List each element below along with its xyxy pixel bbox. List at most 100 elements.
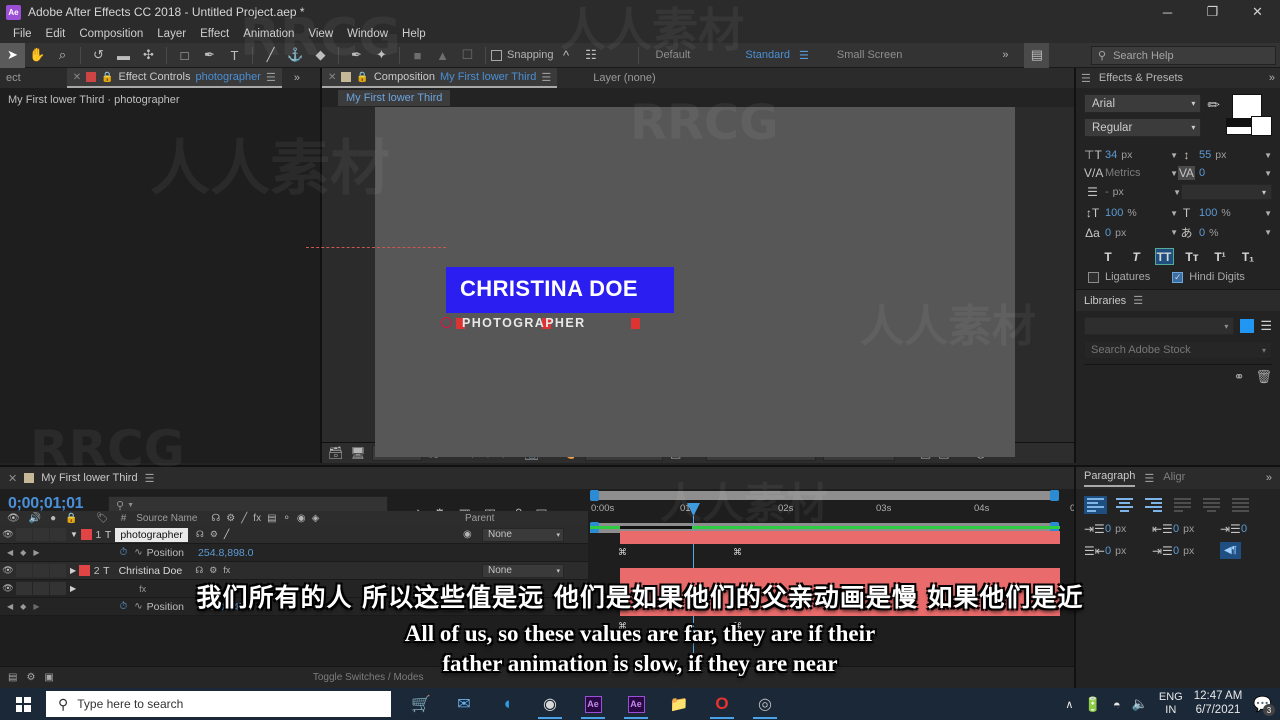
lock-cell[interactable] (50, 528, 66, 541)
solo-cell[interactable] (33, 528, 49, 541)
eraser-tool[interactable]: ◆ (308, 43, 333, 68)
comp-sub-tab[interactable]: My First lower Third (338, 89, 451, 106)
keyframe-navigator[interactable]: ◀ ◆ ▶ (0, 548, 39, 557)
audio-cell[interactable] (16, 564, 32, 577)
keyframe-diamond-icon[interactable]: ◆ (20, 602, 26, 611)
workspace-default[interactable]: Default (656, 49, 691, 61)
toggle-switches-icon[interactable]: ⚙ (26, 672, 35, 683)
effects-switch[interactable]: fx (223, 565, 230, 576)
expand-triangle-icon[interactable]: ▶ (70, 566, 76, 575)
timeline-comp-name[interactable]: My First lower Third (41, 472, 137, 484)
right-to-left-icon[interactable]: ◀¶ (1220, 542, 1241, 559)
snap-arrow-icon[interactable]: ^ (554, 43, 579, 68)
font-size-field[interactable]: ⊤T 34 px ▼ (1084, 148, 1178, 162)
menu-composition[interactable]: Composition (72, 26, 150, 42)
lower-third-graphic[interactable]: CHRISTINA DOE PHOTOGRAPHER (306, 247, 674, 332)
comp-flowchart-icon[interactable]: ▤ (8, 672, 17, 683)
zoom-tool[interactable]: ⌕ (50, 43, 75, 68)
selection-tool[interactable]: ➤ (0, 42, 25, 68)
frame-blend-icon[interactable]: ▣ (44, 672, 53, 683)
explorer-icon[interactable]: 📁 (659, 688, 699, 720)
transform-box-icon[interactable]: ☐ (455, 43, 480, 68)
lock-icon[interactable]: 🔒 (101, 72, 113, 83)
chevron-down-icon[interactable]: ▼ (1264, 209, 1272, 218)
horizontal-scale-field[interactable]: T 100 % ▼ (1178, 206, 1272, 220)
leading-field[interactable]: ↕ 55 px ▼ (1178, 148, 1273, 162)
panel-menu-icon[interactable]: ☰ (541, 71, 551, 84)
chevron-down-icon[interactable]: ▼ (1173, 188, 1181, 197)
chevron-down-icon[interactable]: ▼ (1170, 209, 1178, 218)
align-right-button[interactable] (1142, 496, 1165, 514)
font-family-select[interactable]: Arial ▾ (1084, 94, 1202, 113)
next-keyframe-icon[interactable]: ▶ (33, 548, 39, 557)
hindi-digits-row[interactable]: ✓ Hindi Digits (1172, 271, 1245, 283)
table-row[interactable]: ◀ ◆ ▶ ⏱ ∿ Position 254.8,898.0 (0, 544, 588, 562)
faux-italic-button[interactable]: T (1127, 248, 1146, 265)
property-value[interactable]: 254.8,898.0 (198, 547, 253, 559)
chevron-down-icon[interactable]: ▼ (1264, 151, 1272, 160)
space-before-field[interactable]: ☰⇤ 0 px (1084, 544, 1152, 558)
snapping-checkbox[interactable] (491, 49, 502, 61)
solo-cell[interactable] (33, 564, 49, 577)
shy-switch[interactable]: ☊ (195, 565, 203, 576)
chevron-down-icon[interactable]: ▼ (1264, 228, 1272, 237)
keyframe-diamond-icon[interactable]: ◆ (20, 548, 26, 557)
align-center-button[interactable] (1113, 496, 1136, 514)
justify-last-center-button[interactable] (1200, 496, 1223, 514)
keyframe-marker[interactable]: ⌘ (618, 621, 627, 632)
graph-icon[interactable]: ∿ (134, 601, 142, 612)
sync-off-icon[interactable]: ⚭ (1234, 369, 1245, 385)
rotation-tool[interactable]: ↺ (86, 43, 111, 68)
menu-layer[interactable]: Layer (150, 26, 193, 42)
layer-duration-bar[interactable] (620, 531, 1060, 544)
tab-layer[interactable]: Layer (none) (587, 68, 661, 88)
kerning-field[interactable]: V/A Metrics ▼ (1084, 166, 1178, 180)
brush-tool[interactable]: ╱ (258, 43, 283, 68)
expand-triangle-icon[interactable]: ▼ (70, 530, 78, 539)
chrome-icon[interactable]: ◉ (530, 688, 570, 720)
list-view-icon[interactable]: ☰ (1260, 318, 1272, 334)
baseline-shift-field[interactable]: Δa 0 px ▼ (1084, 226, 1178, 240)
chevron-down-icon[interactable]: ▼ (1170, 151, 1178, 160)
work-area-start-handle[interactable] (590, 490, 599, 501)
close-icon[interactable]: ✕ (73, 72, 81, 83)
chevron-down-icon[interactable]: ▼ (1264, 169, 1272, 178)
keyframe-marker[interactable]: ⌘ (733, 621, 742, 632)
expand-triangle-icon[interactable]: ▶ (70, 584, 76, 593)
parent-pickwhip-icon[interactable]: ◉ (463, 529, 472, 540)
tab-project[interactable]: ect (0, 68, 27, 88)
clock[interactable]: 12:47 AM 6/7/2021 (1194, 690, 1243, 718)
shape-tool[interactable]: □ (172, 43, 197, 68)
stopwatch-icon[interactable]: ⏱ (119, 601, 127, 612)
parent-select[interactable]: None ▾ (482, 563, 564, 578)
battery-icon[interactable]: 🔋 (1084, 696, 1101, 713)
notification-center-icon[interactable]: 💬 3 (1253, 695, 1275, 716)
indent-left-field[interactable]: ⇥☰ 0 px (1084, 522, 1152, 536)
shy-switch[interactable]: ☊ (196, 529, 204, 540)
left-panel-overflow-icon[interactable]: » (294, 72, 300, 84)
panel-overflow-icon[interactable]: » (1269, 72, 1275, 84)
camera-tool[interactable]: ▬ (111, 43, 136, 68)
superscript-button[interactable]: T¹ (1211, 248, 1230, 265)
small-caps-button[interactable]: Tᴛ (1183, 248, 1202, 265)
lock-cell[interactable] (50, 582, 66, 595)
space-after-field[interactable]: ⇥☰ 0 px (1152, 544, 1220, 558)
text-tool[interactable]: T (222, 43, 247, 68)
workspace-list-icon[interactable]: ▤ (1024, 42, 1050, 68)
grid-view-icon[interactable] (1240, 319, 1255, 333)
all-caps-button[interactable]: TT (1154, 248, 1174, 265)
eye-icon[interactable]: 👁 (0, 583, 16, 594)
menu-effect[interactable]: Effect (193, 26, 236, 42)
lock-cell[interactable] (50, 564, 66, 577)
close-icon[interactable]: ✕ (8, 472, 17, 485)
audio-cell[interactable] (16, 582, 32, 595)
start-button[interactable] (0, 688, 46, 720)
panel-overflow-icon[interactable]: » (1266, 472, 1272, 484)
menu-animation[interactable]: Animation (236, 26, 301, 42)
table-row[interactable]: 👁 ▼ 1 T photographer ☊ ⚙ ╱ None ▾ ◉ (0, 526, 588, 544)
distribute-icon[interactable]: ▲ (430, 43, 455, 68)
language-indicator[interactable]: ENG IN (1159, 691, 1183, 716)
work-area-end-handle[interactable] (1050, 490, 1059, 501)
parent-select[interactable]: None ▾ (482, 527, 564, 542)
main-viewer-icon[interactable]: 🖥 (350, 446, 365, 460)
